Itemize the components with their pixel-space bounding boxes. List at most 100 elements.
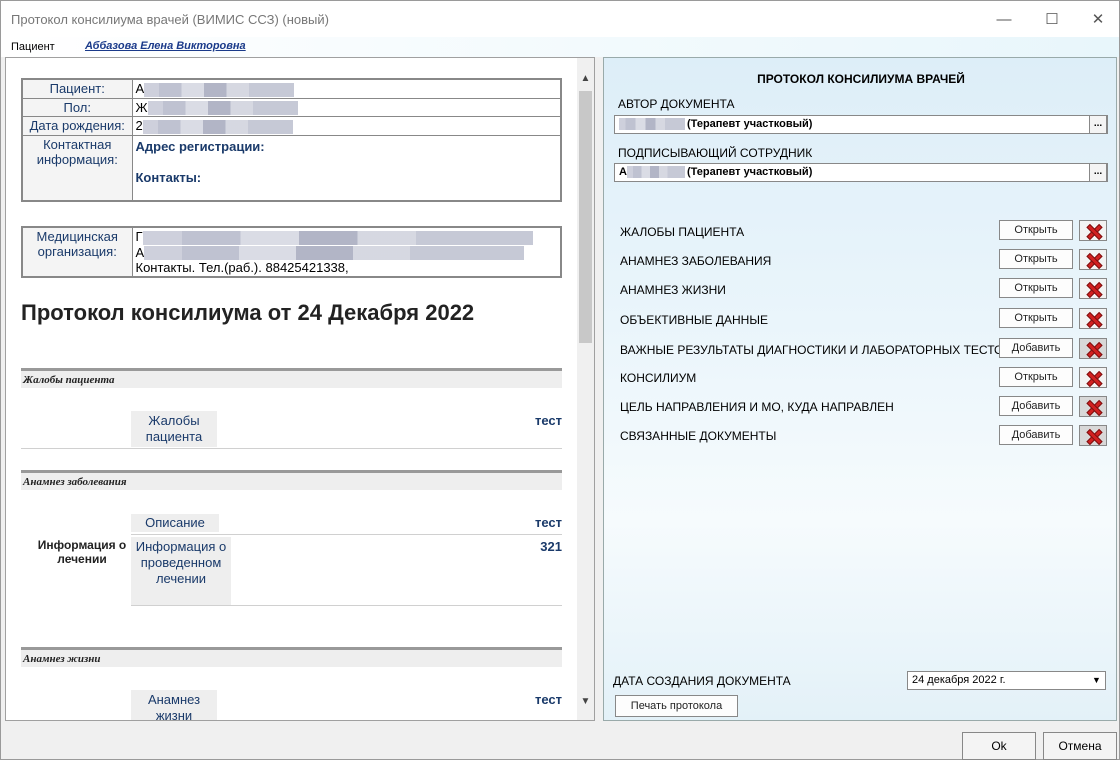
creation-date-value: 24 декабря 2022 г. <box>912 674 1006 686</box>
title-bar: Протокол консилиума врачей (ВИМИС ССЗ) (… <box>1 1 1119 37</box>
section-header-complaints: Жалобы пациента <box>21 368 562 388</box>
maximize-icon: ☐ <box>1045 11 1059 28</box>
section-row-label: КОНСИЛИУМ <box>620 371 697 385</box>
open-life-history-button[interactable]: Открыть <box>999 278 1073 298</box>
section-row-label: ЖАЛОБЫ ПАЦИЕНТА <box>620 225 745 239</box>
delete-x-icon <box>1086 342 1100 356</box>
delete-related-docs-button[interactable] <box>1079 425 1107 446</box>
patient-label: Пациент <box>11 41 55 53</box>
signer-browse-button[interactable]: ... <box>1089 163 1107 182</box>
contact-field-value: Адрес регистрации: Контакты: <box>131 134 562 202</box>
section-row-label: ОБЪЕКТИВНЫЕ ДАННЫЕ <box>620 313 768 327</box>
patient-name-link[interactable]: Аббазова Елена Викторовна <box>85 40 246 52</box>
delete-x-icon <box>1086 224 1100 238</box>
patient-info-table: Пациент: А Пол: Ж Дата рождения: 2 Конта… <box>21 78 562 203</box>
panel-title: ПРОТОКОЛ КОНСИЛИУМА ВРАЧЕЙ <box>757 72 965 86</box>
author-browse-button[interactable]: ... <box>1089 115 1107 134</box>
patient-field-label: Пациент: <box>21 78 133 99</box>
delete-referral-button[interactable] <box>1079 396 1107 417</box>
patient-bar: Пациент Аббазова Елена Викторовна <box>1 37 1119 57</box>
signer-label: ПОДПИСЫВАЮЩИЙ СОТРУДНИК <box>618 146 813 160</box>
organization-label: Медицинская организация: <box>21 226 133 278</box>
organization-table: Медицинская организация: Г А Контакты. Т… <box>21 226 562 279</box>
contact-field-label: Контактная информация: <box>21 134 133 202</box>
scroll-thumb[interactable] <box>579 91 592 343</box>
ok-button[interactable]: Ok <box>962 732 1036 760</box>
treatment-field-value: 321 <box>540 539 562 554</box>
dob-field-label: Дата рождения: <box>21 116 133 136</box>
author-label: АВТОР ДОКУМЕНТА <box>618 97 735 111</box>
life-history-field-value: тест <box>534 692 562 707</box>
print-protocol-button[interactable]: Печать протокола <box>615 695 738 717</box>
add-referral-button[interactable]: Добавить <box>999 396 1073 416</box>
redacted-block <box>142 119 293 134</box>
divider <box>21 448 562 449</box>
redacted-block <box>144 246 525 261</box>
section-header-life-history: Анамнез жизни <box>21 647 562 667</box>
protocol-title: Протокол консилиума от 24 Декабря 2022 <box>21 300 475 325</box>
dob-field-value: 2 <box>131 116 562 136</box>
author-select[interactable]: (Терапевт участковый) ... <box>614 115 1108 134</box>
delete-x-icon <box>1086 371 1100 385</box>
patient-field-value: А <box>131 78 562 99</box>
author-value: (Терапевт участковый) <box>687 118 813 130</box>
delete-objective-data-button[interactable] <box>1079 308 1107 329</box>
document-scrollbar[interactable]: ▲ ▼ <box>577 58 594 720</box>
creation-date-label: ДАТА СОЗДАНИЯ ДОКУМЕНТА <box>613 674 791 688</box>
contacts-label: Контакты: <box>135 169 202 185</box>
signer-value: (Терапевт участковый) <box>686 166 813 178</box>
redacted-block <box>142 230 533 245</box>
add-related-docs-button[interactable]: Добавить <box>999 425 1073 445</box>
dropdown-arrow-icon[interactable]: ▼ <box>1088 672 1105 689</box>
life-history-field-label: Анамнез жизни <box>131 690 217 720</box>
document-content: Пациент: А Пол: Ж Дата рождения: 2 Конта… <box>6 58 576 720</box>
document-preview[interactable]: Пациент: А Пол: Ж Дата рождения: 2 Конта… <box>5 57 595 721</box>
address-label: Адрес регистрации: <box>135 138 265 154</box>
delete-x-icon <box>1086 400 1100 414</box>
treatment-field-label: Информация о проведенном лечении <box>131 537 231 605</box>
section-row-label: ЦЕЛЬ НАПРАВЛЕНИЯ И МО, КУДА НАПРАВЛЕН <box>620 400 894 414</box>
sex-field-label: Пол: <box>21 97 133 118</box>
redacted-block <box>626 166 685 179</box>
section-row-label: СВЯЗАННЫЕ ДОКУМЕНТЫ <box>620 429 777 443</box>
complaints-field-label: Жалобы пациента <box>131 411 217 447</box>
creation-date-picker[interactable]: 24 декабря 2022 г. ▼ <box>907 671 1106 690</box>
complaints-field-value: тест <box>534 413 562 428</box>
delete-complaints-button[interactable] <box>1079 220 1107 241</box>
add-diagnostics-button[interactable]: Добавить <box>999 338 1073 358</box>
description-field-label: Описание <box>131 514 219 532</box>
signer-select[interactable]: А (Терапевт участковый) ... <box>614 163 1108 182</box>
section-row-label: АНАМНЕЗ ЗАБОЛЕВАНИЯ <box>620 254 772 268</box>
delete-life-history-button[interactable] <box>1079 278 1107 299</box>
delete-diagnostics-button[interactable] <box>1079 338 1107 359</box>
scroll-up-arrow-icon[interactable]: ▲ <box>577 70 594 87</box>
protocol-control-panel: ПРОТОКОЛ КОНСИЛИУМА ВРАЧЕЙ АВТОР ДОКУМЕН… <box>603 57 1117 721</box>
maximize-button[interactable]: ☐ <box>1029 1 1075 37</box>
minimize-icon: — <box>996 10 1012 28</box>
delete-consilium-button[interactable] <box>1079 367 1107 388</box>
divider <box>131 605 562 606</box>
treatment-group-label: Информация о лечении <box>37 538 127 566</box>
redacted-block <box>147 101 298 116</box>
consilium-protocol-dialog: Протокол консилиума врачей (ВИМИС ССЗ) (… <box>0 0 1120 760</box>
close-button[interactable]: ✕ <box>1075 1 1120 37</box>
open-disease-history-button[interactable]: Открыть <box>999 249 1073 269</box>
scroll-down-arrow-icon[interactable]: ▼ <box>577 693 594 710</box>
organization-contacts: Контакты. Тел.(раб.). 88425421338, <box>135 260 349 276</box>
close-icon: ✕ <box>1091 11 1105 28</box>
redacted-block <box>619 118 685 131</box>
open-complaints-button[interactable]: Открыть <box>999 220 1073 240</box>
open-consilium-button[interactable]: Открыть <box>999 367 1073 387</box>
delete-x-icon <box>1086 312 1100 326</box>
divider <box>131 534 562 535</box>
section-row-label: ВАЖНЫЕ РЕЗУЛЬТАТЫ ДИАГНОСТИКИ И ЛАБОРАТО… <box>620 343 1012 357</box>
open-objective-data-button[interactable]: Открыть <box>999 308 1073 328</box>
delete-x-icon <box>1086 253 1100 267</box>
description-field-value: тест <box>534 515 562 530</box>
delete-x-icon <box>1086 429 1100 443</box>
minimize-button[interactable]: — <box>981 1 1027 37</box>
delete-disease-history-button[interactable] <box>1079 249 1107 270</box>
window-title: Протокол консилиума врачей (ВИМИС ССЗ) (… <box>11 12 329 27</box>
section-header-disease-history: Анамнез заболевания <box>21 470 562 490</box>
cancel-button[interactable]: Отмена <box>1043 732 1117 760</box>
